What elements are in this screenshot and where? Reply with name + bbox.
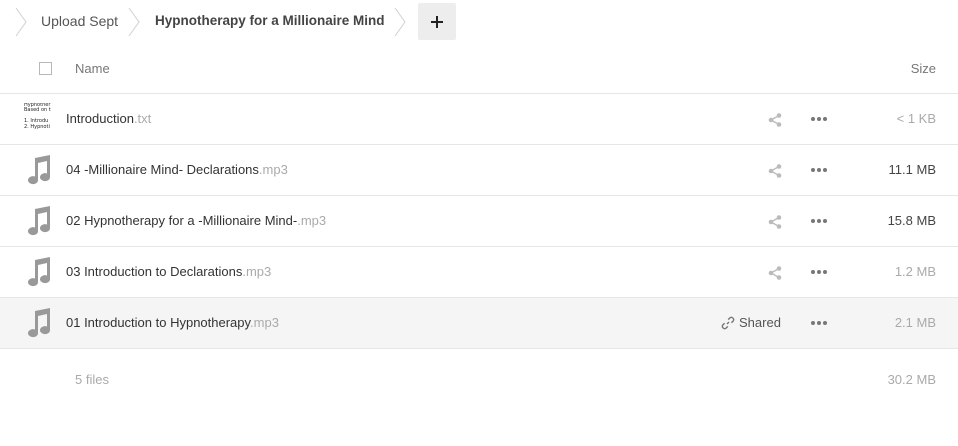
- file-name[interactable]: 04 -Millionaire Mind- Declarations.mp3: [66, 162, 288, 177]
- file-row[interactable]: 03 Introduction to Declarations.mp3 1.2 …: [0, 247, 958, 298]
- share-icon[interactable]: [767, 163, 783, 179]
- file-list-header: Name Size: [0, 43, 958, 94]
- file-name[interactable]: 01 Introduction to Hypnotherapy.mp3: [66, 315, 279, 330]
- music-note-icon: [28, 308, 51, 338]
- more-icon[interactable]: [810, 113, 828, 125]
- more-icon[interactable]: [810, 317, 828, 329]
- share-icon[interactable]: [767, 112, 783, 128]
- file-row[interactable]: Hypnother Based on t 1. Introdu 2. Hypno…: [0, 94, 958, 145]
- size-column-header[interactable]: Size: [911, 61, 936, 76]
- shared-link-button[interactable]: Shared: [721, 315, 781, 330]
- file-row[interactable]: 02 Hypnotherapy for a -Millionaire Mind-…: [0, 196, 958, 247]
- file-name[interactable]: Introduction.txt: [66, 111, 151, 126]
- share-icon[interactable]: [767, 265, 783, 281]
- plus-icon: [431, 15, 443, 28]
- file-size: 15.8 MB: [887, 213, 936, 228]
- link-icon: [721, 316, 735, 329]
- breadcrumb: Upload Sept Hypnotherapy for a Millionai…: [0, 0, 958, 42]
- file-name[interactable]: 03 Introduction to Declarations.mp3: [66, 264, 271, 279]
- file-name[interactable]: 02 Hypnotherapy for a -Millionaire Mind-…: [66, 213, 326, 228]
- music-note-icon: [28, 155, 51, 185]
- chevron-right-icon: [128, 7, 140, 37]
- file-size: < 1 KB: [896, 111, 936, 126]
- total-size: 30.2 MB: [887, 372, 936, 387]
- add-button[interactable]: [418, 3, 456, 40]
- share-icon[interactable]: [767, 214, 783, 230]
- music-note-icon: [28, 257, 51, 287]
- name-column-header[interactable]: Name: [75, 61, 110, 76]
- chevron-right-icon: [15, 7, 27, 37]
- file-row[interactable]: 01 Introduction to Hypnotherapy.mp3 Shar…: [0, 298, 958, 349]
- file-size: 2.1 MB: [894, 315, 936, 330]
- more-icon[interactable]: [810, 266, 828, 278]
- file-count: 5 files: [75, 372, 109, 387]
- breadcrumb-item-current: Hypnotherapy for a Millionaire Mind: [155, 13, 385, 28]
- chevron-right-icon: [394, 7, 406, 37]
- file-row[interactable]: 04 -Millionaire Mind- Declarations.mp3 1…: [0, 145, 958, 196]
- file-list-footer: 5 files 30.2 MB: [0, 349, 958, 409]
- more-icon[interactable]: [810, 215, 828, 227]
- select-all-checkbox[interactable]: [39, 62, 52, 75]
- file-size: 11.1 MB: [888, 162, 936, 177]
- more-icon[interactable]: [810, 164, 828, 176]
- text-preview-thumbnail: Hypnother Based on t 1. Introdu 2. Hypno…: [24, 103, 51, 130]
- file-size: 1.2 MB: [894, 264, 936, 279]
- breadcrumb-item-upload-sept[interactable]: Upload Sept: [41, 13, 118, 29]
- music-note-icon: [28, 206, 51, 236]
